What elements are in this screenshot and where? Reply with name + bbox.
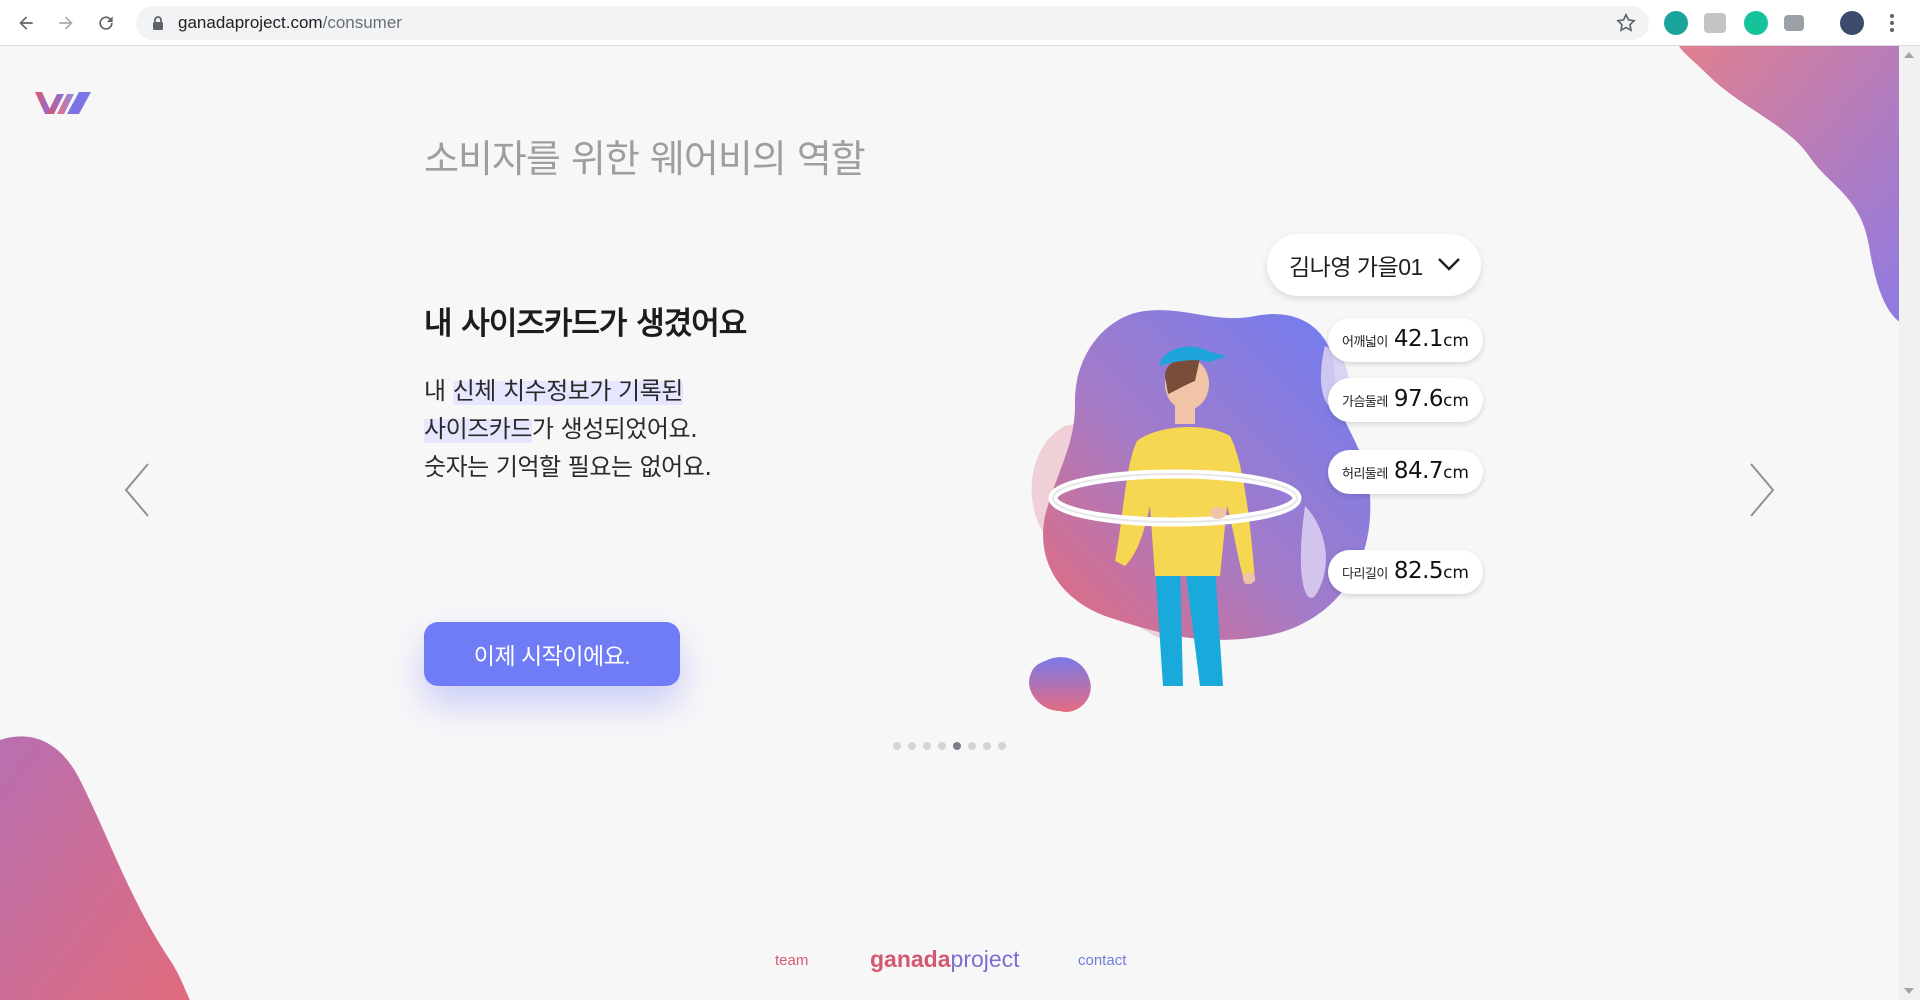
decorative-blob-bottom-left [0, 736, 190, 1000]
measurement-value: 84.7 [1393, 458, 1444, 484]
section-title: 소비자를 위한 웨어비의 역할 [424, 137, 866, 181]
carousel-next-icon[interactable] [1745, 460, 1779, 520]
carousel-prev-icon[interactable] [120, 460, 154, 520]
extension-icon-green[interactable] [1664, 11, 1688, 35]
carousel-dot[interactable] [893, 742, 901, 750]
desc-line3: 숫자는 기억할 필요는 없어요. [424, 453, 712, 481]
carousel-dot[interactable] [968, 742, 976, 750]
extension-icon-gray[interactable] [1704, 13, 1726, 33]
measurement-unit: cm [1443, 563, 1469, 583]
bookmark-star-icon[interactable] [1615, 12, 1637, 34]
footer-brand-logo[interactable]: ganadaproject [870, 946, 1020, 973]
brand-logo[interactable] [33, 86, 93, 118]
carousel-dot[interactable] [923, 742, 931, 750]
carousel-pagination [893, 742, 1006, 750]
measurement-label: 다리길이 [1342, 567, 1388, 582]
measurement-unit: cm [1443, 391, 1469, 411]
carousel-dot[interactable] [998, 742, 1006, 750]
measurement-value: 42.1 [1393, 326, 1444, 352]
carousel-dot[interactable] [983, 742, 991, 750]
lock-icon [153, 16, 163, 30]
measurement-pill: 가슴둘레 97.6 cm [1328, 378, 1483, 422]
carousel-dot[interactable] [953, 742, 961, 750]
measurement-pill: 다리길이 82.5 cm [1328, 550, 1483, 594]
footer-contact-link[interactable]: contact [1078, 952, 1126, 969]
page-content: 소비자를 위한 웨어비의 역할 내 사이즈카드가 생겼어요 내 신체 치수정보가… [0, 46, 1899, 1000]
back-icon[interactable] [12, 9, 40, 37]
slide-description: 내 신체 치수정보가 기록된 사이즈카드가 생성되었어요. 숫자는 기억할 필요… [424, 372, 712, 486]
grammarly-icon[interactable] [1744, 11, 1768, 35]
start-button[interactable]: 이제 시작이에요. [424, 622, 680, 686]
browser-toolbar: ganadaproject.com/consumer [0, 0, 1920, 46]
measurement-unit: cm [1443, 331, 1469, 351]
measurement-label: 가슴둘레 [1342, 395, 1388, 410]
footer-brand-part-a: ganada [870, 946, 951, 972]
footer-team-link[interactable]: team [775, 952, 808, 969]
sizecard-profile-dropdown[interactable]: 김나영 가을01 [1267, 234, 1481, 296]
camera-icon[interactable] [1784, 15, 1804, 31]
slide-heading: 내 사이즈카드가 생겼어요 [424, 306, 747, 342]
decorative-blob-top-right [1679, 46, 1899, 322]
desc-line2-plain: 가 생성되었어요. [531, 415, 698, 443]
address-bar[interactable]: ganadaproject.com/consumer [136, 6, 1649, 40]
measurement-unit: cm [1443, 463, 1469, 483]
desc-line1-plain: 내 [424, 377, 453, 405]
sizecard-profile-label: 김나영 가을01 [1289, 254, 1423, 280]
scroll-down-icon[interactable] [1904, 988, 1914, 994]
chevron-down-icon [1438, 258, 1460, 271]
footer-brand-part-b: project [950, 946, 1020, 972]
desc-line1-highlight: 신체 치수정보가 기록된 [452, 377, 683, 405]
measurement-label: 허리둘레 [1342, 467, 1388, 482]
measurement-value: 97.6 [1393, 386, 1444, 412]
profile-avatar-icon[interactable] [1840, 11, 1864, 35]
desc-line2-highlight: 사이즈카드 [424, 415, 532, 443]
more-menu-icon[interactable] [1886, 11, 1898, 35]
url-text: ganadaproject.com/consumer [178, 13, 402, 32]
measurement-pill: 어깨넓이 42.1 cm [1328, 318, 1483, 362]
scroll-up-icon[interactable] [1904, 52, 1914, 58]
forward-icon[interactable] [52, 9, 80, 37]
measurement-value: 82.5 [1393, 558, 1444, 584]
carousel-dot[interactable] [908, 742, 916, 750]
measurement-label: 어깨넓이 [1342, 335, 1388, 350]
reload-icon[interactable] [92, 9, 120, 37]
carousel-dot[interactable] [938, 742, 946, 750]
measurement-pill: 허리둘레 84.7 cm [1328, 450, 1483, 494]
vertical-scrollbar[interactable] [1899, 46, 1920, 1000]
